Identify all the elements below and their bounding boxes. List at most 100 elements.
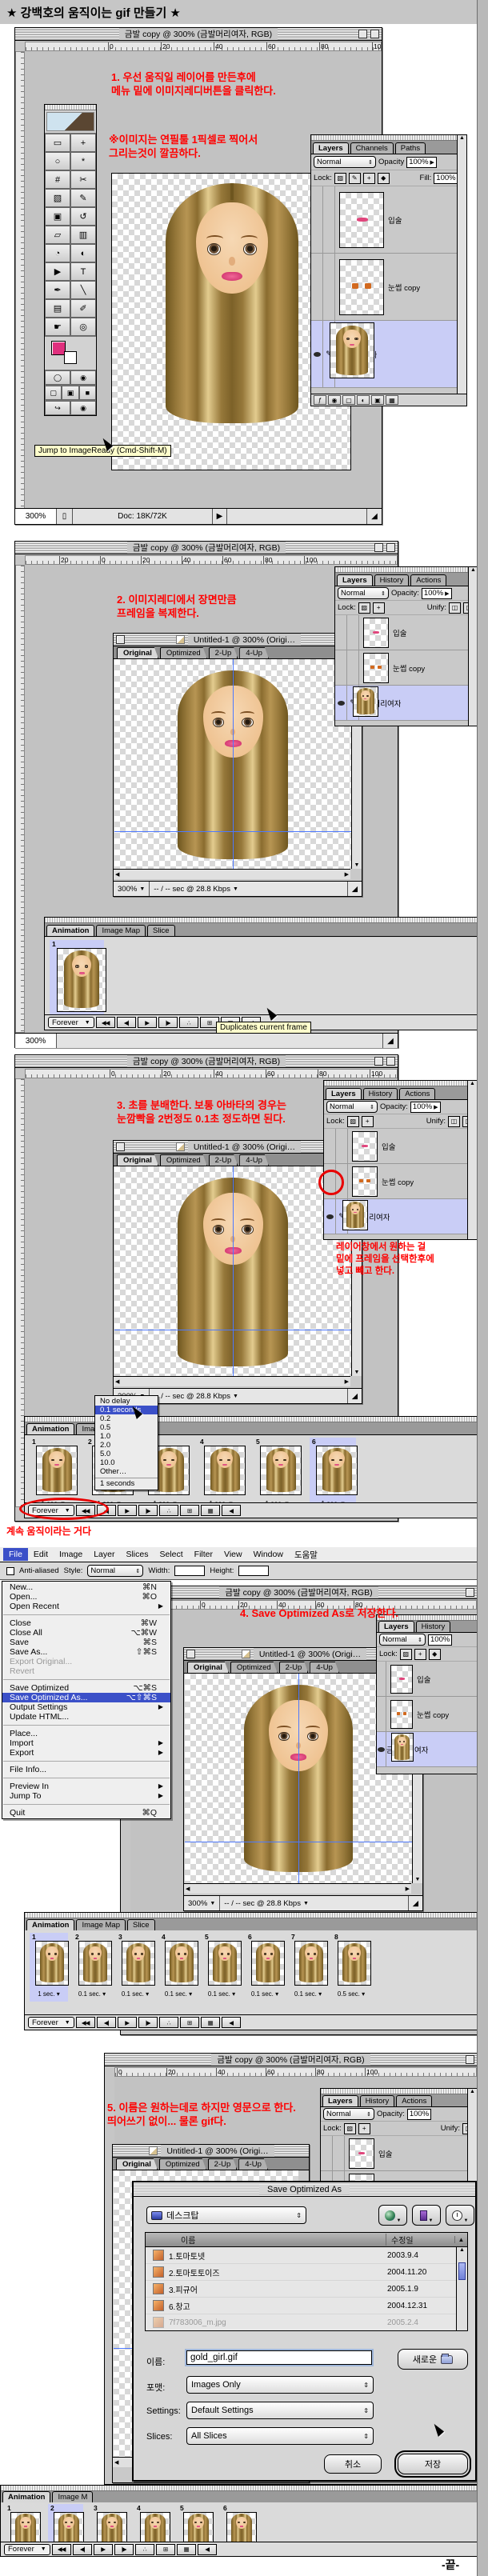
transport-button[interactable]: |▶ xyxy=(158,1017,178,1028)
close-icon[interactable] xyxy=(186,1650,195,1658)
transport-button[interactable]: ◀ xyxy=(198,2544,217,2555)
visibility-cell[interactable] xyxy=(311,321,323,387)
visibility-cell[interactable] xyxy=(335,686,347,720)
file-list-header[interactable]: 이름 수정일 ▲ xyxy=(146,2233,467,2247)
background-color-swatch[interactable] xyxy=(64,351,77,364)
transport-button[interactable]: ∴ xyxy=(179,1017,198,1028)
visibility-cell[interactable] xyxy=(335,650,347,685)
palette-dragbar[interactable] xyxy=(45,918,477,923)
file-menu-item[interactable]: Save Optimized As... ⌥⇧⌘S xyxy=(2,1693,170,1702)
animation-tab[interactable]: Image Map xyxy=(76,1919,126,1930)
transport-button[interactable]: ◀◀ xyxy=(96,1017,115,1028)
visibility-cell[interactable] xyxy=(321,2136,333,2170)
file-menu-item[interactable]: Output Settings ▶ xyxy=(2,1702,170,1712)
tool-button[interactable]: ◎ xyxy=(70,318,96,336)
doc-view-tab[interactable]: 2-Up xyxy=(209,647,238,658)
transport-button[interactable]: ⊞ xyxy=(180,2017,199,2028)
jump-to-imageready-button[interactable]: ◉ xyxy=(70,401,96,415)
transport-button[interactable]: ◀| xyxy=(97,2017,116,2028)
h-scrollbar[interactable]: ◀▶ xyxy=(184,1883,411,1894)
visibility-cell[interactable] xyxy=(311,254,323,320)
file-row[interactable]: 6.창고 2004.12.31 xyxy=(146,2298,456,2314)
resize-grip-icon[interactable]: ◢ xyxy=(367,509,382,524)
location-select[interactable]: 데스크탑 ⇕ xyxy=(146,2206,306,2224)
h-scrollbar[interactable] xyxy=(57,1034,383,1048)
delay-menu-item[interactable]: 1 seconds xyxy=(95,1478,158,1489)
file-menu-item[interactable]: Import ▶ xyxy=(2,1738,170,1748)
delay-menu-item[interactable]: 1.0 xyxy=(95,1432,158,1441)
file-list-scrollbar[interactable]: ▲ xyxy=(456,2247,467,2330)
palette-tab[interactable]: Layers xyxy=(378,1621,414,1632)
animation-tab[interactable]: Animation xyxy=(2,2491,50,2502)
transport-button[interactable]: ▶ xyxy=(138,1017,157,1028)
menu-bar-item[interactable]: Filter xyxy=(189,1548,218,1561)
paint-indicator-cell[interactable] xyxy=(333,2136,345,2170)
frame-delay-select[interactable]: 0.1 sec. ▾ xyxy=(251,1990,278,1998)
animation-frame[interactable]: 7 0.1 sec. ▾ xyxy=(289,1933,327,2002)
loop-select[interactable]: Forever▼ xyxy=(28,2017,74,2028)
size-info[interactable]: -- / -- sec @ 28.8 Kbps▼ xyxy=(220,1896,408,1910)
transport-button[interactable]: |▶ xyxy=(138,2017,158,2028)
delay-menu-item[interactable]: 2.0 xyxy=(95,1441,158,1450)
filename-input[interactable]: gold_girl.gif xyxy=(186,2350,372,2365)
animation-frame[interactable]: 5 0.1 sec. ▾ xyxy=(202,1933,241,2002)
tool-button[interactable]: ↺ xyxy=(70,207,96,226)
tool-button[interactable]: # xyxy=(45,170,70,189)
layer-row[interactable]: ✎ 눈썹 copy xyxy=(311,254,457,321)
doc-view-tab[interactable]: 4-Up xyxy=(238,2158,268,2170)
file-menu-item[interactable]: Update HTML... xyxy=(2,1712,170,1722)
slices-select[interactable]: All Slices⇕ xyxy=(186,2427,374,2445)
lock-position-icon[interactable]: + xyxy=(362,1116,374,1127)
file-menu-item[interactable]: New... ⌘N xyxy=(2,1582,170,1592)
visibility-cell[interactable] xyxy=(324,1199,336,1234)
h-scrollbar[interactable]: ◀▶ xyxy=(114,869,350,879)
tool-button[interactable]: * xyxy=(70,152,96,170)
doc-view-tab[interactable]: Optimized xyxy=(160,1154,207,1166)
name-column-header[interactable]: 이름 xyxy=(146,2234,386,2246)
tool-button[interactable]: ▥ xyxy=(70,226,96,244)
lock-all-icon[interactable]: ◆ xyxy=(378,173,390,184)
favorites-button[interactable]: ▼ xyxy=(412,2205,441,2226)
tool-button[interactable]: ▤ xyxy=(45,299,70,318)
palette-dragbar[interactable] xyxy=(311,135,466,141)
transport-button[interactable]: ◀ xyxy=(222,1505,241,1516)
new-layer-button[interactable]: ▣ xyxy=(371,395,384,405)
file-menu-item[interactable] xyxy=(3,1761,170,1762)
palette-tab[interactable]: History xyxy=(374,574,410,586)
animation-tab[interactable]: Animation xyxy=(46,925,94,936)
layer-row[interactable]: 눈썹 copy xyxy=(377,1697,477,1732)
palette-tab[interactable]: Paths xyxy=(395,142,426,154)
layer-row[interactable]: 입술 xyxy=(321,2136,467,2171)
animation-frame[interactable]: 3 0.1 sec. ▾ xyxy=(116,1933,154,2002)
paint-indicator-cell[interactable]: ✎ xyxy=(347,650,359,685)
doc-view-tab[interactable]: 2-Up xyxy=(209,1154,238,1166)
blend-mode-select[interactable]: Normal⇕ xyxy=(379,1634,426,1646)
lock-position-icon[interactable]: + xyxy=(373,602,385,614)
animation-frame[interactable]: 2 0.1 sec. ▾ xyxy=(73,1933,111,2002)
layer-row[interactable]: ✎ 금발머리여자 xyxy=(324,1199,467,1234)
window-titlebar[interactable]: 금발 copy @ 300% (금발머리여자, RGB) xyxy=(15,1055,398,1068)
window-titlebar[interactable]: 금발 copy @ 300% (금발머리여자, RGB) xyxy=(15,542,398,554)
palette-dragbar[interactable] xyxy=(335,567,478,573)
file-row[interactable]: 1.토마토넷 2003.9.4 xyxy=(146,2247,456,2264)
file-menu-item[interactable]: Export ▶ xyxy=(2,1748,170,1758)
resize-grip-icon[interactable]: ◢ xyxy=(348,882,362,896)
dialog-titlebar[interactable]: Save Optimized As xyxy=(134,2182,475,2197)
windowshade-icon[interactable] xyxy=(374,1057,383,1066)
file-row[interactable]: 7f783006_m.jpg 2005.2.4 xyxy=(146,2314,456,2331)
layer-row[interactable]: ✎ 금발머리여자 xyxy=(335,686,468,721)
lock-paint-icon[interactable]: ✎ xyxy=(349,173,361,184)
windowshade-icon[interactable] xyxy=(374,543,383,552)
animation-frame[interactable]: 1 1 sec. ▾ xyxy=(30,1933,68,2002)
tool-button[interactable]: ✂ xyxy=(70,170,96,189)
animation-tab[interactable]: Slice xyxy=(147,925,175,936)
visibility-cell[interactable] xyxy=(377,1732,386,1766)
frame-delay-select[interactable]: 0.1 sec. ▾ xyxy=(165,1990,192,1998)
menu-bar-item[interactable]: Slices xyxy=(120,1548,154,1561)
palette-dragbar[interactable] xyxy=(321,2089,477,2094)
transport-button[interactable]: ▶ xyxy=(118,1505,137,1516)
lock-transparency-icon[interactable]: ▨ xyxy=(347,1116,359,1127)
transport-button[interactable]: ◀| xyxy=(73,2544,92,2555)
menu-bar-item[interactable]: Edit xyxy=(28,1548,54,1561)
file-menu-item[interactable]: Close ⌘W xyxy=(2,1618,170,1628)
